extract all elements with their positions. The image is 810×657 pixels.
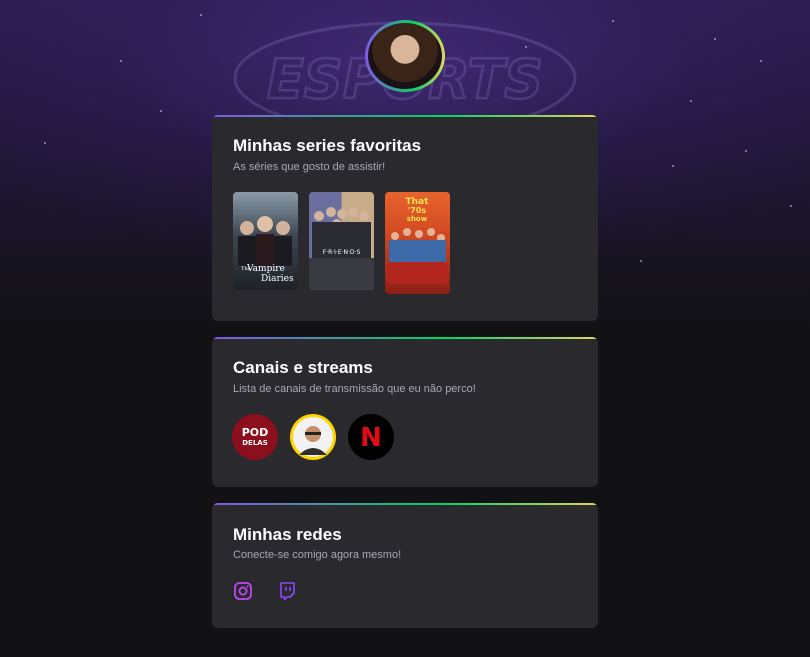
avatar-image [368,23,442,89]
channels-subtitle: Lista de canais de transmissão que eu nã… [233,383,476,395]
svg-text:F·R·I·E·N·D·S: F·R·I·E·N·D·S [323,249,361,256]
profile-avatar [365,20,445,92]
that-70s-show-art: That '70s show [387,197,448,284]
social-title: Minhas redes [233,525,342,544]
streamer-avatar [293,417,333,457]
vampire-diaries-art: The Vampire Diaries [238,216,294,284]
svg-text:show: show [407,215,428,223]
series-poster-friends[interactable]: F·R·I·E·N·D·S [309,192,374,290]
svg-text:DELAS: DELAS [242,439,268,447]
svg-text:N: N [360,423,382,453]
twitch-icon[interactable] [277,581,297,601]
social-card: Minhas redes Conecte-se comigo agora mes… [212,503,598,628]
friends-art: F·R·I·E·N·D·S [309,207,374,290]
netflix-logo: N [360,423,382,453]
channel-pod-delas[interactable]: POD DELAS [232,414,278,460]
social-subtitle: Conecte-se comigo agora mesmo! [233,549,402,561]
instagram-icon[interactable] [233,581,253,601]
series-title: Minhas series favoritas [233,136,422,155]
channel-streamer[interactable] [290,414,336,460]
svg-text:'70s: '70s [408,206,427,215]
series-subtitle: As séries que gosto de assistir! [233,161,386,173]
channels-card: Canais e streams Lista de canais de tran… [212,337,598,487]
svg-text:POD: POD [242,426,269,439]
channel-netflix[interactable]: N [348,414,394,460]
svg-text:Vampire: Vampire [246,264,285,274]
series-poster-that-70s-show[interactable]: That '70s show [385,192,450,294]
pod-delas-logo: POD DELAS [242,426,269,447]
svg-text:Diaries: Diaries [261,274,294,284]
channels-title: Canais e streams [233,358,373,377]
series-poster-vampire-diaries[interactable]: The Vampire Diaries [233,192,298,290]
series-card: Minhas series favoritas As séries que go… [212,115,598,321]
